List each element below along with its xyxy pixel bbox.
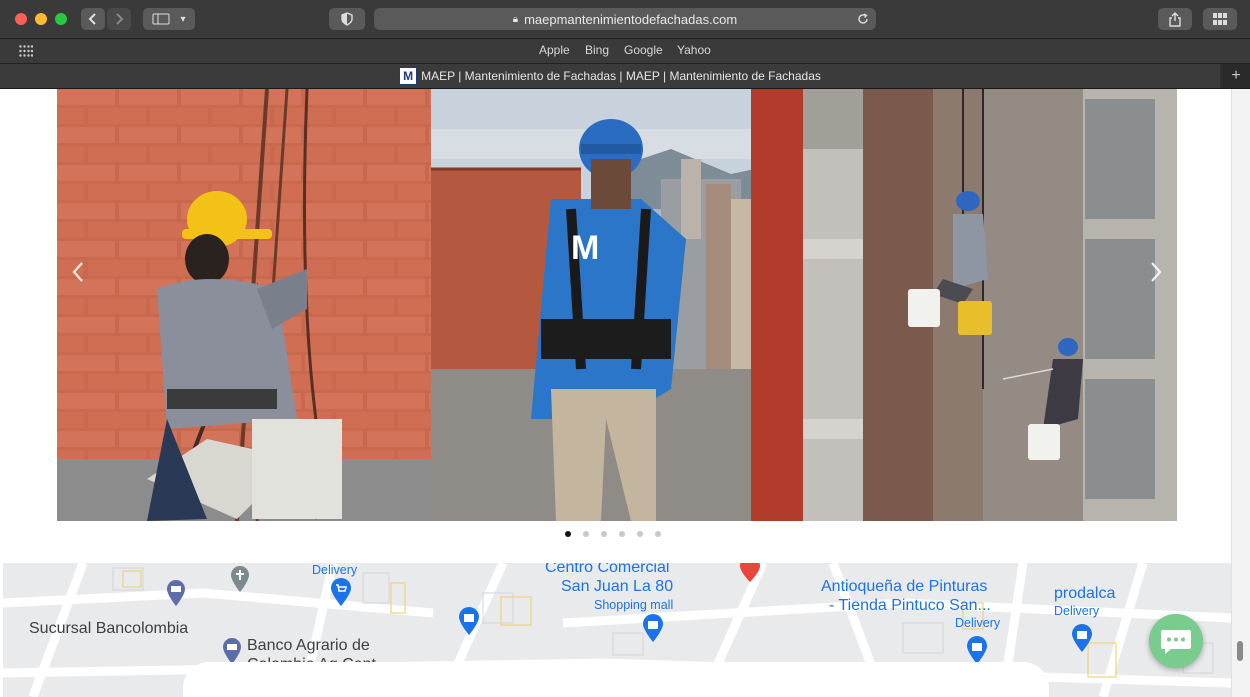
address-bar[interactable]: 🔒︎ maepmantenimientodefachadas.com bbox=[374, 8, 876, 30]
carousel-dot-1[interactable] bbox=[565, 531, 571, 537]
map-label-bancolombia: Sucursal Bancolombia bbox=[29, 620, 189, 637]
map-label-banco-agrario: Banco Agrario de bbox=[247, 637, 370, 654]
tab-title: MAEP | Mantenimiento de Fachadas | MAEP … bbox=[421, 69, 821, 83]
carousel-dot-6[interactable] bbox=[655, 531, 661, 537]
new-tab-button[interactable]: + bbox=[1222, 64, 1250, 88]
prodalca-pin-icon[interactable] bbox=[1070, 623, 1094, 658]
chevron-down-icon: ▾ bbox=[180, 13, 186, 25]
scrollbar-thumb[interactable] bbox=[1237, 641, 1243, 661]
site-favicon: M bbox=[399, 67, 418, 85]
carousel-slide-3[interactable] bbox=[803, 89, 1177, 521]
map-label-delivery-pintuco: Delivery bbox=[955, 616, 1001, 630]
minimize-window-button[interactable] bbox=[35, 13, 47, 25]
slide-2-image: M bbox=[431, 89, 803, 521]
map-label-centro-comercial: Centro Comercial bbox=[545, 563, 670, 576]
forward-button[interactable] bbox=[107, 8, 131, 30]
carousel-dot-2[interactable] bbox=[583, 531, 589, 537]
chevron-right-icon bbox=[1151, 262, 1162, 282]
chat-bubble-icon bbox=[1161, 630, 1191, 654]
sidebar-icon bbox=[152, 13, 170, 25]
bottom-panel bbox=[183, 662, 1049, 697]
carousel-dot-3[interactable] bbox=[601, 531, 607, 537]
map-label-san-juan: San Juan La 80 bbox=[561, 578, 674, 595]
back-button[interactable] bbox=[81, 8, 105, 30]
church-pin-icon[interactable] bbox=[229, 565, 251, 598]
carousel-dot-5[interactable] bbox=[637, 531, 643, 537]
chevron-right-icon bbox=[116, 13, 124, 25]
favorite-link-yahoo[interactable]: Yahoo bbox=[677, 43, 711, 57]
shopping-pin-icon[interactable] bbox=[457, 606, 481, 641]
sidebar-toggle-button[interactable]: ▾ bbox=[143, 8, 195, 30]
url-text: maepmantenimientodefachadas.com bbox=[524, 11, 738, 27]
bank-pin-icon[interactable] bbox=[165, 579, 187, 612]
favorites-bar: Apple Bing Google Yahoo bbox=[0, 39, 1250, 64]
slide-1-image bbox=[57, 89, 431, 521]
carousel-slide-2[interactable]: M bbox=[431, 89, 803, 521]
favorite-link-bing[interactable]: Bing bbox=[585, 43, 609, 57]
carousel-pagination bbox=[565, 531, 661, 537]
browser-toolbar: ▾ 🔒︎ maepmantenimientodefachadas.com bbox=[0, 0, 1250, 39]
mall-pin-icon[interactable] bbox=[641, 613, 665, 648]
zoom-window-button[interactable] bbox=[55, 13, 67, 25]
shield-icon bbox=[341, 12, 353, 26]
map-label-antioquena: Antioqueña de Pinturas bbox=[821, 578, 988, 595]
carousel-prev-button[interactable] bbox=[71, 259, 85, 290]
map-label-delivery-prodalca: Delivery bbox=[1054, 604, 1100, 618]
favorite-link-apple[interactable]: Apple bbox=[539, 43, 570, 57]
map-label-shopping-mall: Shopping mall bbox=[594, 598, 674, 612]
tab-active[interactable]: M MAEP | Mantenimiento de Fachadas | MAE… bbox=[0, 64, 1220, 88]
reload-icon[interactable] bbox=[856, 12, 870, 26]
svg-text:M: M bbox=[571, 229, 599, 267]
carousel-dot-4[interactable] bbox=[619, 531, 625, 537]
delivery-pin-icon[interactable] bbox=[329, 577, 353, 612]
close-window-button[interactable] bbox=[15, 13, 27, 25]
slide-3-image bbox=[803, 89, 1177, 521]
chat-widget-button[interactable] bbox=[1149, 614, 1203, 668]
tab-bar: M MAEP | Mantenimiento de Fachadas | MAE… bbox=[0, 64, 1250, 89]
favorite-link-google[interactable]: Google bbox=[624, 43, 663, 57]
lock-icon: 🔒︎ bbox=[512, 13, 519, 25]
chevron-left-icon bbox=[88, 13, 96, 25]
carousel-next-button[interactable] bbox=[1149, 259, 1163, 290]
share-icon bbox=[1169, 11, 1181, 27]
map-label-pintuco: - Tienda Pintuco San... bbox=[829, 597, 991, 614]
grid-icon bbox=[1213, 13, 1227, 25]
carousel-slide-1[interactable] bbox=[57, 89, 431, 521]
chevron-left-icon bbox=[72, 262, 83, 282]
tab-overview-button[interactable] bbox=[1203, 8, 1237, 30]
page-scrollbar[interactable] bbox=[1231, 89, 1250, 697]
map-label-prodalca: prodalca bbox=[1054, 585, 1116, 602]
share-button[interactable] bbox=[1158, 8, 1192, 30]
browser-window: ▾ 🔒︎ maepmantenimientodefachadas.com App… bbox=[0, 0, 1250, 697]
web-page: M Delivery Centro Comercial San Juan La … bbox=[3, 89, 1231, 697]
privacy-report-button[interactable] bbox=[329, 8, 365, 30]
image-carousel: M bbox=[57, 89, 1177, 521]
poi-pin-icon[interactable] bbox=[738, 563, 762, 588]
apps-grid-icon[interactable] bbox=[19, 45, 33, 57]
map-label-delivery: Delivery bbox=[312, 563, 358, 577]
